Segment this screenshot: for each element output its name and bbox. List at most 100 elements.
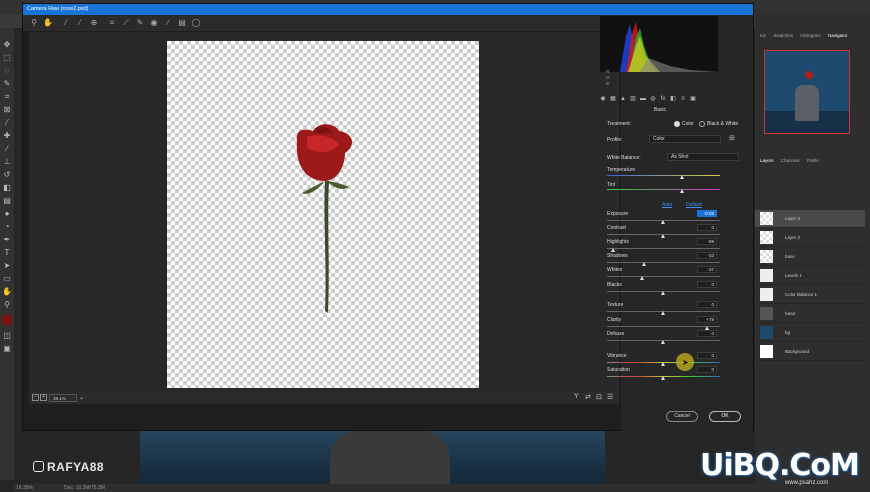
layer-row[interactable]: Layer 3 <box>755 210 865 228</box>
slider-value-field[interactable]: 0 <box>697 330 717 337</box>
slider-value-field[interactable]: 0 <box>697 224 717 231</box>
slider-thumb[interactable] <box>661 376 665 380</box>
tint-thumb[interactable] <box>680 189 684 193</box>
slider-value-field[interactable]: -33 <box>697 252 717 259</box>
copy-settings-icon[interactable]: ⊡ <box>596 393 602 401</box>
spot-removal-icon[interactable]: ✎ <box>135 18 145 28</box>
screen-mode-icon[interactable]: ▣ <box>2 344 12 354</box>
swap-settings-icon[interactable]: ⇄ <box>585 393 591 401</box>
slider-thumb[interactable] <box>661 220 665 224</box>
path-select-icon[interactable]: ➤ <box>2 261 12 271</box>
tab-channels[interactable]: Channels <box>781 158 800 163</box>
quick-select-tool-icon[interactable]: ✎ <box>2 79 12 89</box>
layer-row[interactable]: Color Balance 1 <box>755 286 865 304</box>
tone-curve-icon[interactable]: ▦ <box>608 95 618 102</box>
slider-track[interactable] <box>607 248 720 249</box>
history-brush-icon[interactable]: ↺ <box>2 170 12 180</box>
slider-thumb[interactable] <box>639 276 644 280</box>
layer-row[interactable]: hand <box>755 305 865 323</box>
slider-value-field[interactable]: +78 <box>697 316 717 323</box>
type-tool-icon[interactable]: T <box>2 248 12 258</box>
effects-icon[interactable]: fx <box>658 96 668 102</box>
radial-filter-icon[interactable]: ◯ <box>191 18 201 28</box>
straighten-icon[interactable]: ⟋ <box>121 18 131 28</box>
tint-track[interactable] <box>607 189 720 190</box>
eraser-tool-icon[interactable]: ◧ <box>2 183 12 193</box>
brush-tool-icon[interactable]: ∕ <box>2 144 12 154</box>
red-eye-icon[interactable]: ◉ <box>149 18 159 28</box>
tab-swatches[interactable]: Swatches <box>774 33 794 38</box>
cancel-button[interactable]: Cancel <box>666 411 698 422</box>
slider-value-field[interactable]: -89 <box>697 238 717 245</box>
eyedropper-tool-icon[interactable]: ⁄ <box>2 118 12 128</box>
layer-row[interactable]: base <box>755 248 865 266</box>
color-sampler-icon[interactable]: ⁄ <box>75 18 85 28</box>
profile-browser-icon[interactable]: ⊞ <box>729 134 735 142</box>
treatment-bw-radio[interactable] <box>699 121 705 127</box>
chevron-down-icon[interactable]: ⌄ <box>79 394 84 401</box>
ok-button[interactable]: OK <box>709 411 741 422</box>
hand-icon[interactable]: ✋ <box>43 18 53 28</box>
adjustment-brush-icon[interactable]: ∕ <box>163 18 173 28</box>
slider-thumb[interactable] <box>661 311 665 315</box>
slider-track[interactable] <box>607 262 720 263</box>
dodge-tool-icon[interactable]: ◔ <box>2 222 12 232</box>
split-toning-icon[interactable]: ▬ <box>638 96 648 102</box>
slider-value-field[interactable]: -37 <box>697 266 717 273</box>
blur-tool-icon[interactable]: ● <box>2 209 12 219</box>
layer-row[interactable]: Layer 2 <box>755 229 865 247</box>
slider-track[interactable] <box>607 276 720 277</box>
targeted-adjust-icon[interactable]: ⊕ <box>89 18 99 28</box>
slider-track[interactable] <box>607 326 720 327</box>
before-after-icon[interactable]: Y <box>574 393 579 400</box>
tab-ion[interactable]: Ion <box>760 33 766 38</box>
gradient-tool-icon[interactable]: ▤ <box>2 196 12 206</box>
move-tool-icon[interactable]: ✥ <box>2 40 12 50</box>
stamp-tool-icon[interactable]: ⊥ <box>2 157 12 167</box>
slider-value-field[interactable]: 0 <box>697 301 717 308</box>
lens-icon[interactable]: ◍ <box>648 95 658 102</box>
layer-row[interactable]: Levels 1 <box>755 267 865 285</box>
preview-image[interactable] <box>167 41 479 388</box>
toggle-settings-icon[interactable]: ☰ <box>607 393 613 401</box>
slider-thumb[interactable] <box>661 291 665 295</box>
basic-panel-icon[interactable]: ◉ <box>598 95 608 102</box>
white-balance-icon[interactable]: ⁄ <box>61 18 71 28</box>
hsl-icon[interactable]: ▥ <box>628 95 638 102</box>
temperature-track[interactable] <box>607 175 720 176</box>
zoom-level-field[interactable]: 38.1% <box>49 394 77 402</box>
temperature-thumb[interactable] <box>680 175 684 179</box>
zoom-tool-icon[interactable]: ⚲ <box>2 300 12 310</box>
healing-tool-icon[interactable]: ✚ <box>2 131 12 141</box>
presets-icon[interactable]: ≡ <box>678 96 688 102</box>
zoom-in-icon[interactable]: + <box>40 394 47 401</box>
white-balance-select[interactable]: As Shot <box>667 153 739 161</box>
tab-paths[interactable]: Paths <box>807 158 819 163</box>
quick-mask-icon[interactable]: ◫ <box>2 331 12 341</box>
profile-select[interactable]: Color <box>649 135 721 143</box>
calibration-icon[interactable]: ◧ <box>668 95 678 102</box>
zoom-out-icon[interactable]: − <box>32 394 39 401</box>
treatment-color-radio[interactable] <box>674 121 680 127</box>
slider-thumb[interactable] <box>611 248 616 252</box>
crop-tool-icon[interactable]: ⌗ <box>2 92 12 102</box>
marquee-tool-icon[interactable]: ⬚ <box>2 53 12 63</box>
tab-navigator[interactable]: Navigator <box>828 33 847 38</box>
auto-link[interactable]: Auto <box>662 202 672 208</box>
frame-tool-icon[interactable]: ⊠ <box>2 105 12 115</box>
slider-thumb[interactable] <box>661 340 665 344</box>
crop-icon[interactable]: ⌗ <box>107 18 117 28</box>
slider-value-field[interactable]: 0 <box>697 352 717 359</box>
tab-layers[interactable]: Layers <box>760 158 774 163</box>
slider-thumb[interactable] <box>661 234 665 238</box>
zoom-icon[interactable]: ⚲ <box>29 18 39 28</box>
layer-row[interactable]: bg <box>755 324 865 342</box>
graduated-filter-icon[interactable]: ▤ <box>177 18 187 28</box>
tab-histogram[interactable]: Histogram <box>800 33 821 38</box>
hand-tool-icon[interactable]: ✋ <box>2 287 12 297</box>
pen-tool-icon[interactable]: ✒ <box>2 235 12 245</box>
shape-tool-icon[interactable]: ▭ <box>2 274 12 284</box>
foreground-color-swatch[interactable] <box>2 315 12 325</box>
default-link[interactable]: Default <box>686 202 702 208</box>
snapshots-icon[interactable]: ▣ <box>688 95 698 102</box>
